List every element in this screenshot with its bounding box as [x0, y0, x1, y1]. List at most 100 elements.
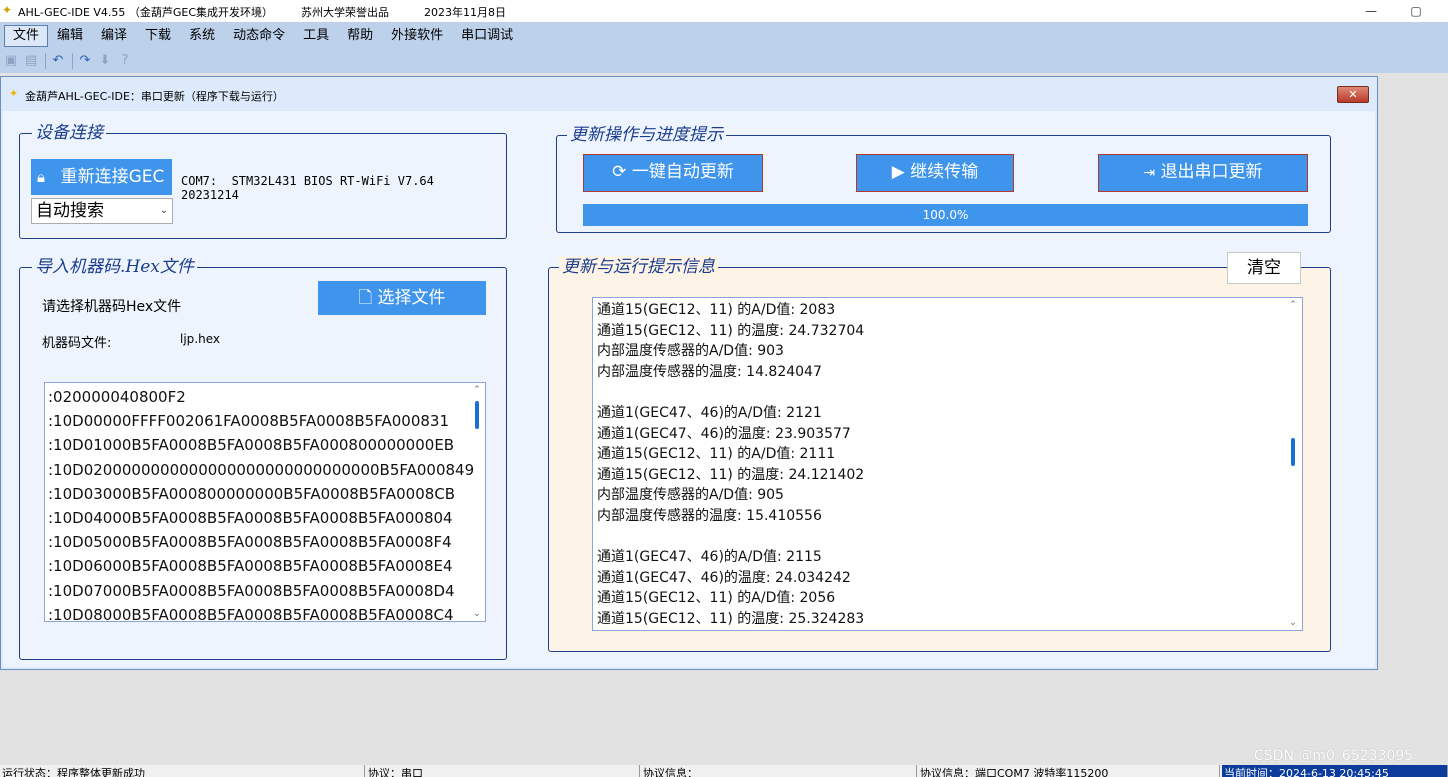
- save-icon[interactable]: ▣: [2, 52, 20, 70]
- play-icon: ▶: [891, 162, 905, 182]
- update-progress-bar: 100.0%: [583, 204, 1308, 226]
- dialog-title: 金葫芦AHL-GEC-IDE：串口更新（程序下载与运行）: [25, 90, 284, 103]
- auto-update-label: 一键自动更新: [631, 162, 734, 182]
- hex-line: :10D0200000000000000000000000000000B5FA0…: [48, 460, 475, 479]
- exit-serial-update-button[interactable]: ⇥ 退出串口更新: [1098, 154, 1308, 192]
- update-ops-group: 更新操作与进度提示 ⟳ 一键自动更新 ▶ 继续传输 ⇥ 退出串口更新 100.0…: [556, 124, 1331, 233]
- help-icon[interactable]: ?: [116, 52, 134, 70]
- download-icon[interactable]: ⬇: [96, 52, 114, 70]
- hex-line: :10D00000FFFF002061FA0008B5FA0008B5FA000…: [48, 412, 449, 431]
- hex-file-name: ljp.hex: [180, 332, 220, 346]
- save-all-icon[interactable]: ▤: [22, 52, 40, 70]
- device-connection-group: 设备连接 🔒︎ 重新连接GEC COM7: STM32L431 BIOS RT-…: [19, 122, 507, 239]
- hex-scrollbar-thumb[interactable]: [475, 401, 479, 429]
- log-line: 内部温度传感器的温度: 14.824047: [597, 363, 822, 380]
- device-info-line2: 20231214: [181, 188, 239, 202]
- scroll-up-icon[interactable]: ⌃: [1287, 300, 1299, 310]
- log-line: 通道15(GEC12、11) 的A/D值: 2083: [597, 302, 836, 318]
- log-line: 通道15(GEC12、11) 的温度: 24.732704: [597, 322, 865, 339]
- status-time: 当前时间：2024-6-13 20:45:45: [1222, 765, 1448, 777]
- scroll-up-icon[interactable]: ⌃: [471, 385, 483, 395]
- auto-update-button[interactable]: ⟳ 一键自动更新: [583, 154, 763, 192]
- log-line: 通道1(GEC47、46)的A/D值: 2121: [597, 404, 822, 421]
- hex-file-label: 机器码文件:: [42, 336, 112, 351]
- lock-icon: 🔒︎: [37, 168, 45, 186]
- log-lines-container: 通道15(GEC12、11) 的A/D值: 2083 通道15(GEC12、11)…: [597, 300, 864, 630]
- log-line: 通道15(GEC12、11) 的A/D值: 2056: [597, 590, 836, 607]
- status-protocol-detail: 协议信息：端口COM7 波特率115200: [918, 765, 1220, 777]
- menu-file[interactable]: 文件: [4, 24, 49, 47]
- hex-import-group: 导入机器码.Hex文件 请选择机器码Hex文件 🗋 选择文件 机器码文件: lj…: [19, 256, 507, 660]
- run-info-textbox[interactable]: 通道15(GEC12、11) 的A/D值: 2083 通道15(GEC12、11)…: [592, 297, 1303, 631]
- chevron-down-icon: ⌄: [159, 205, 168, 216]
- app-logo-icon: ✦: [2, 3, 13, 17]
- file-icon: 🗋: [358, 288, 373, 308]
- csdn-watermark: CSDN @m0_65233095: [1254, 748, 1414, 764]
- hex-line: :10D07000B5FA0008B5FA0008B5FA0008B5FA000…: [48, 581, 455, 600]
- restore-button[interactable]: ▢: [1403, 2, 1429, 20]
- search-mode-select[interactable]: 自动搜索 ⌄: [31, 198, 173, 224]
- hex-line: :10D05000B5FA0008B5FA0008B5FA0008B5FA000…: [48, 533, 452, 552]
- window-titlebar: ✦ AHL-GEC-IDE V4.55 （金葫芦GEC集成开发环境） 苏州大学荣…: [0, 0, 1448, 22]
- continue-transfer-button[interactable]: ▶ 继续传输: [856, 154, 1014, 192]
- device-connection-legend: 设备连接: [32, 122, 106, 144]
- hex-import-legend: 导入机器码.Hex文件: [32, 256, 197, 278]
- hex-line: :10D03000B5FA000800000000B5FA0008B5FA000…: [48, 484, 456, 503]
- log-line: 内部温度传感器的A/D值: 905: [597, 487, 784, 504]
- log-scrollbar-thumb[interactable]: [1291, 438, 1295, 466]
- search-mode-value: 自动搜索: [36, 201, 104, 221]
- select-file-button[interactable]: 🗋 选择文件: [318, 281, 486, 315]
- update-ops-legend: 更新操作与进度提示: [567, 124, 726, 146]
- log-line: 通道15(GEC12、11) 的A/D值: 2111: [597, 446, 836, 463]
- hex-content-textbox[interactable]: :020000040800F2 :10D00000FFFF002061FA0008…: [44, 382, 486, 622]
- reconnect-gec-button[interactable]: 🔒︎ 重新连接GEC: [31, 159, 172, 195]
- minimize-button[interactable]: —: [1358, 2, 1384, 20]
- toolbar: ▣ ▤ ↶ ↷ ⬇ ?: [0, 49, 1448, 73]
- device-info-line1: COM7: STM32L431 BIOS RT-WiFi V7.64: [181, 174, 434, 188]
- dialog-body: 设备连接 🔒︎ 重新连接GEC COM7: STM32L431 BIOS RT-…: [3, 111, 1375, 667]
- menu-edit[interactable]: 编辑: [48, 25, 92, 47]
- hex-line: :020000040800F2: [48, 388, 186, 406]
- menu-compile[interactable]: 编译: [92, 25, 136, 47]
- menu-download[interactable]: 下载: [136, 25, 180, 47]
- menu-serial-debug[interactable]: 串口调试: [452, 25, 522, 47]
- hex-line: :10D06000B5FA0008B5FA0008B5FA0008B5FA000…: [48, 557, 453, 576]
- run-info-legend: 更新与运行提示信息: [559, 256, 718, 278]
- hex-line: :10D04000B5FA0008B5FA0008B5FA0008B5FA000…: [48, 509, 453, 528]
- menu-bar: 文件 编辑 编译 下载 系统 动态命令 工具 帮助 外接软件 串口调试: [0, 22, 1448, 49]
- dialog-close-button[interactable]: ✕: [1337, 86, 1369, 103]
- log-line: 通道1(GEC47、46)的温度: 23.903577: [597, 425, 851, 442]
- log-line: 通道15(GEC12、11) 的温度: 25.324283: [597, 610, 865, 627]
- log-line: 通道1(GEC47、46)的温度: 24.034242: [597, 569, 851, 586]
- menu-system[interactable]: 系统: [180, 25, 224, 47]
- toolbar-separator: [45, 53, 46, 69]
- menu-dynamic-command[interactable]: 动态命令: [224, 25, 294, 47]
- menu-tools[interactable]: 工具: [294, 25, 338, 47]
- status-run: 运行状态：程序整体更新成功: [0, 765, 365, 777]
- refresh-icon: ⟳: [612, 162, 627, 182]
- hex-lines-container: :020000040800F2 :10D00000FFFF002061FA0008…: [48, 385, 475, 622]
- continue-transfer-label: 继续传输: [910, 162, 979, 182]
- hex-line: :10D08000B5FA0008B5FA0008B5FA0008B5FA000…: [48, 605, 454, 622]
- menu-external-software[interactable]: 外接软件: [382, 25, 452, 47]
- hex-line: :10D01000B5FA0008B5FA0008B5FA00080000000…: [48, 436, 455, 455]
- status-protocol: 协议：串口: [366, 765, 640, 777]
- log-line: 内部温度传感器的A/D值: 903: [597, 343, 784, 360]
- select-file-label: 选择文件: [377, 288, 446, 308]
- exit-serial-update-label: 退出串口更新: [1160, 162, 1263, 182]
- window-title: AHL-GEC-IDE V4.55 （金葫芦GEC集成开发环境） 苏州大学荣誉出…: [18, 6, 506, 19]
- reconnect-gec-label: 重新连接GEC: [60, 167, 165, 187]
- redo-icon[interactable]: ↷: [76, 52, 94, 70]
- scroll-down-icon[interactable]: ⌄: [471, 609, 483, 619]
- toolbar-separator: [72, 53, 73, 69]
- hex-select-prompt: 请选择机器码Hex文件: [42, 299, 182, 315]
- exit-icon: ⇥: [1143, 165, 1156, 181]
- dialog-titlebar: ✦ 金葫芦AHL-GEC-IDE：串口更新（程序下载与运行） ✕: [1, 77, 1377, 111]
- menu-help[interactable]: 帮助: [338, 25, 382, 47]
- clear-button[interactable]: 清空: [1227, 252, 1301, 284]
- undo-icon[interactable]: ↶: [49, 52, 67, 70]
- log-line: 通道1(GEC47、46)的A/D值: 2115: [597, 549, 822, 566]
- scroll-down-icon[interactable]: ⌄: [1287, 618, 1299, 628]
- serial-update-dialog: ✦ 金葫芦AHL-GEC-IDE：串口更新（程序下载与运行） ✕ 设备连接 🔒︎…: [0, 76, 1378, 670]
